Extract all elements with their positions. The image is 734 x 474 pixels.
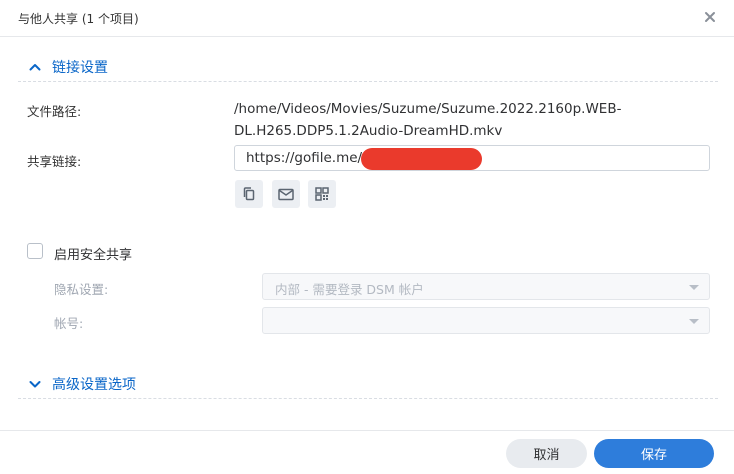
close-icon[interactable] <box>702 9 718 25</box>
dialog-footer <box>0 430 734 431</box>
qr-code-button[interactable] <box>308 180 336 208</box>
advanced-settings-title: 高级设置选项 <box>52 377 136 393</box>
file-path-line-2: DL.H265.DDP5.1.2Audio-DreamHD.mkv <box>234 123 503 139</box>
redaction-mark <box>361 148 482 170</box>
secure-share-checkbox[interactable] <box>27 243 43 259</box>
privacy-select[interactable]: 内部 - 需要登录 DSM 帐户 <box>262 273 710 300</box>
save-button[interactable]: 保存 <box>594 439 714 468</box>
copy-link-button[interactable] <box>235 180 263 208</box>
dropdown-caret-icon <box>689 319 699 324</box>
privacy-label: 隐私设置: <box>54 282 109 297</box>
link-settings-title: 链接设置 <box>52 60 108 76</box>
chevron-down-icon <box>29 381 41 388</box>
dialog-title: 与他人共享 (1 个项目) <box>18 12 139 26</box>
privacy-select-value: 内部 - 需要登录 DSM 帐户 <box>275 282 424 297</box>
dialog-titlebar: 与他人共享 (1 个项目) <box>0 0 734 37</box>
share-link-field[interactable]: https://gofile.me/ <box>234 145 710 171</box>
share-link-label: 共享链接: <box>27 154 82 169</box>
dropdown-caret-icon <box>689 285 699 290</box>
link-settings-header[interactable]: 链接设置 <box>28 57 108 77</box>
chevron-up-icon <box>29 64 41 71</box>
account-label: 帐号: <box>54 316 84 331</box>
share-link-text: https://gofile.me/ <box>246 150 363 166</box>
account-select[interactable] <box>262 307 710 334</box>
file-path-line-1: /home/Videos/Movies/Suzume/Suzume.2022.2… <box>234 101 622 117</box>
secure-share-label: 启用安全共享 <box>54 248 133 263</box>
copy-icon <box>243 187 255 201</box>
email-icon <box>278 188 294 201</box>
email-link-button[interactable] <box>272 180 300 208</box>
section-divider <box>18 398 718 399</box>
section-divider <box>18 81 718 82</box>
file-path-value: /home/Videos/Movies/Suzume/Suzume.2022.2… <box>234 98 654 142</box>
file-path-label: 文件路径: <box>27 104 82 119</box>
qr-code-icon <box>315 187 329 201</box>
advanced-settings-header[interactable]: 高级设置选项 <box>28 374 136 394</box>
cancel-button[interactable]: 取消 <box>506 439 587 468</box>
